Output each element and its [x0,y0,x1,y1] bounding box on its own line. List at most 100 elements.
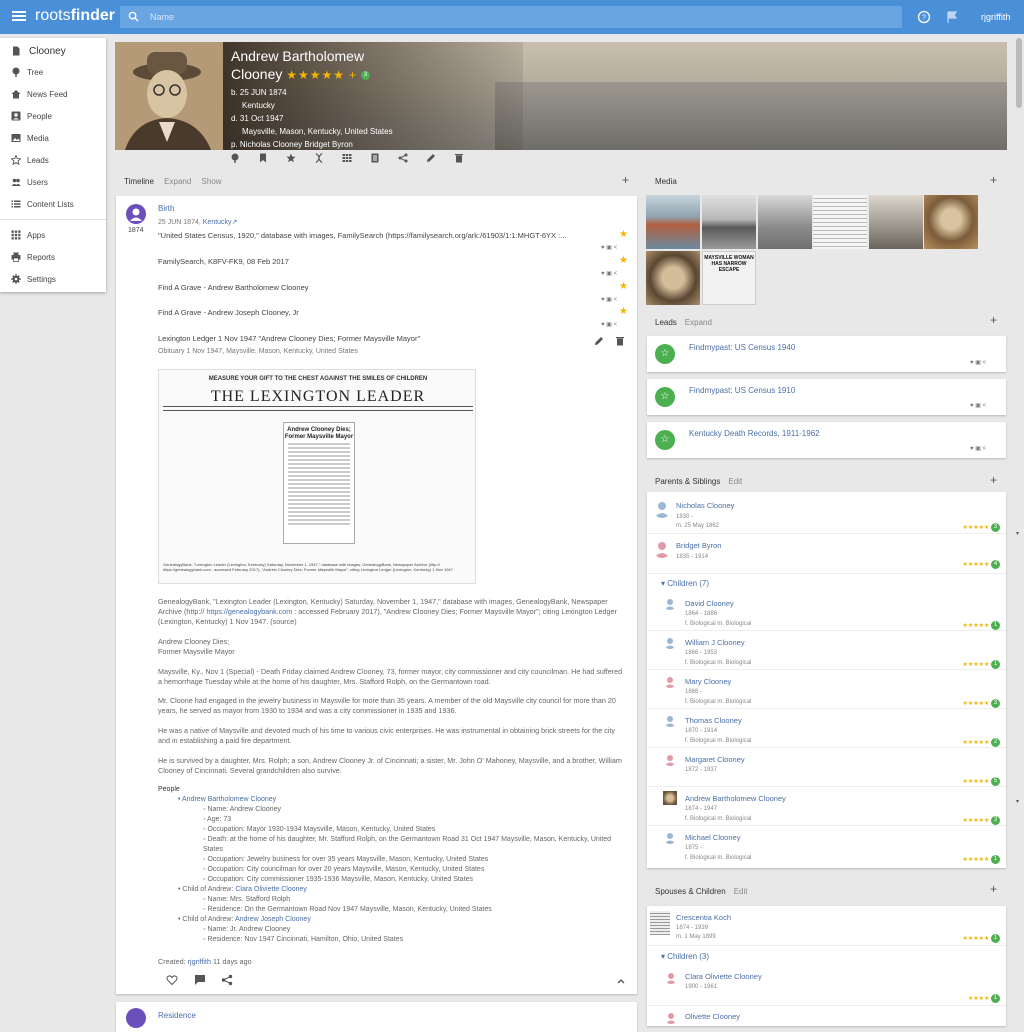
spouses-edit[interactable]: Edit [734,887,748,896]
sidebar-item-people[interactable]: People [0,105,106,127]
add-media-button[interactable]: + [990,173,997,187]
external-link-icon[interactable]: ↗ [232,219,238,226]
leads-expand[interactable]: Expand [685,318,712,327]
sibling-row[interactable]: Mary Clooney 1868 - f. Biological m. Biolo… [647,670,1006,709]
sibling-row[interactable]: William J Clooney 1866 - 1953 f. Biologica… [647,631,1006,670]
rating-stars[interactable]: ★★★★★ [286,68,345,82]
person-link[interactable]: Andrew Joseph Clooney [235,916,311,923]
profile-photo[interactable] [115,42,223,150]
source-actions[interactable]: ♥ ▣ < [601,296,617,303]
person-row[interactable]: Clara Oliviette Clooney 1900 - 1961 ★★★★… [647,966,1006,1006]
sidebar-item-leads[interactable]: Leads [0,149,106,171]
person-row[interactable]: Crescentia Koch 1874 - 1939 m. 1 May 189… [647,908,1006,946]
source-item[interactable]: Find A Grave - Andrew Joseph Clooney, Jr [158,308,299,317]
person-name[interactable]: Bridget Byron [676,541,721,550]
media-thumbnail[interactable] [702,195,756,249]
sibling-row[interactable]: David Clooney 1864 - 1886 f. Biological m.… [647,592,1006,631]
search-icon[interactable] [128,11,139,22]
sidebar-item-apps[interactable]: Apps [0,224,106,246]
children-toggle[interactable]: ▾ Children (7) [661,579,709,588]
bookmark-icon[interactable] [258,153,268,163]
parents-edit[interactable]: Edit [728,477,742,486]
add-parent-button[interactable]: + [990,473,997,487]
media-thumbnail[interactable] [869,195,923,249]
edit-icon[interactable] [594,336,604,346]
edit-icon[interactable] [426,153,436,163]
tab-show[interactable]: Show [202,177,222,186]
person-name[interactable]: Clara Oliviette Clooney [685,972,762,981]
sidebar-item-media[interactable]: Media [0,127,106,149]
sidebar-item-tree[interactable]: Tree [0,61,106,83]
source-actions[interactable]: ♥ ▣ < [601,270,617,277]
lead-title[interactable]: Findmypast: US Census 1910 [689,386,795,395]
scroll-down-icon[interactable]: ▾ [1016,798,1019,805]
tab-expand[interactable]: Expand [164,177,191,186]
person-row[interactable]: Bridget Byron 1835 - 1914 ★★★★★ 4 [647,534,1006,574]
menu-icon[interactable] [12,9,26,23]
event-title[interactable]: Birth [158,204,174,213]
media-thumbnail[interactable] [646,195,700,249]
lead-title[interactable]: Kentucky Death Records, 1911-1962 [689,429,820,438]
person-link[interactable]: Clara Oliviette Clooney [235,886,307,893]
dna-icon[interactable] [314,153,324,163]
source-item[interactable]: Find A Grave - Andrew Bartholomew Cloone… [158,283,309,292]
lead-actions[interactable]: ♥ ▣ < [970,445,986,452]
sibling-row[interactable]: Andrew Bartholomew Clooney 1874 - 1947 f. … [647,787,1006,826]
lead-title[interactable]: Findmypast: US Census 1940 [689,343,795,352]
star-icon[interactable]: ★ [619,306,628,317]
sibling-row[interactable]: Michael Clooney 1875 - f. Biological m. Bi… [647,826,1006,865]
lead-actions[interactable]: ♥ ▣ < [970,402,986,409]
sidebar-item-content-lists[interactable]: Content Lists [0,193,106,215]
tree-icon[interactable] [230,153,240,163]
person-name[interactable]: William J Clooney [685,638,745,647]
parents-line[interactable]: p. Nicholas Clooney Bridget Byron [231,140,353,149]
person-name[interactable]: Thomas Clooney [685,716,742,725]
media-thumbnail[interactable] [646,251,700,305]
lead-card[interactable]: ☆ Findmypast: US Census 1940 ♥ ▣ < [647,336,1006,372]
creator-link[interactable]: rjgriffith [188,957,211,966]
share-icon[interactable] [221,974,233,986]
star-icon[interactable]: ★ [619,281,628,292]
star-icon[interactable]: ★ [619,229,628,240]
lead-actions[interactable]: ♥ ▣ < [970,359,986,366]
media-thumbnail[interactable] [924,195,978,249]
book-icon[interactable] [370,153,380,163]
ledger-source-title[interactable]: Lexington Ledger 1 Nov 1947 "Andrew Cloo… [158,334,420,343]
sibling-row[interactable]: Thomas Clooney 1870 - 1914 f. Biological m… [647,709,1006,748]
grid-icon[interactable] [342,153,352,163]
sidebar-item-settings[interactable]: Settings [0,268,106,290]
citation-link[interactable]: https://genealogybank.com [206,607,292,616]
lead-card[interactable]: ☆ Kentucky Death Records, 1911-1962 ♥ ▣ … [647,422,1006,458]
add-timeline-button[interactable]: + [622,173,629,187]
media-thumbnail[interactable]: MAYSVILLE WOMAN HAS NARROW ESCAPE [702,251,756,305]
sidebar-item-reports[interactable]: Reports [0,246,106,268]
scroll-down-icon[interactable]: ▾ [1016,530,1019,537]
person-name[interactable]: Margaret Clooney [685,755,745,764]
person-name[interactable]: Mary Clooney [685,677,731,686]
person-name[interactable]: Michael Clooney [685,833,740,842]
person-name[interactable]: Nicholas Clooney [676,501,734,510]
newspaper-clipping-image[interactable]: MEASURE YOUR GIFT TO THE CHEST AGAINST T… [158,369,476,584]
comment-icon[interactable] [194,974,206,986]
person-name[interactable]: Crescentia Koch [676,913,731,922]
tab-timeline[interactable]: Timeline [124,177,154,186]
help-icon[interactable]: ? [917,10,931,24]
search-input[interactable] [150,9,850,25]
add-rating-button[interactable]: + [349,68,357,82]
media-thumbnail[interactable] [758,195,812,249]
sidebar-title[interactable]: Clooney [0,40,106,62]
share-icon[interactable] [398,153,408,163]
children-toggle[interactable]: ▾ Children (3) [661,952,709,961]
add-lead-button[interactable]: + [990,313,997,327]
event-title[interactable]: Residence [158,1011,196,1020]
chevron-up-icon[interactable] [616,976,626,986]
sibling-row[interactable]: Margaret Clooney 1872 - 1937 ★★★★★ 5 [647,748,1006,787]
source-actions[interactable]: ♥ ▣ < [601,321,617,328]
heart-icon[interactable] [166,974,178,986]
delete-icon[interactable] [454,153,464,163]
star-icon[interactable] [286,153,296,163]
lead-card[interactable]: ☆ Findmypast: US Census 1910 ♥ ▣ < [647,379,1006,415]
add-spouse-button[interactable]: + [990,882,997,896]
source-item[interactable]: "United States Census, 1920," database w… [158,231,616,240]
username[interactable]: rjgriffith [981,12,1010,22]
